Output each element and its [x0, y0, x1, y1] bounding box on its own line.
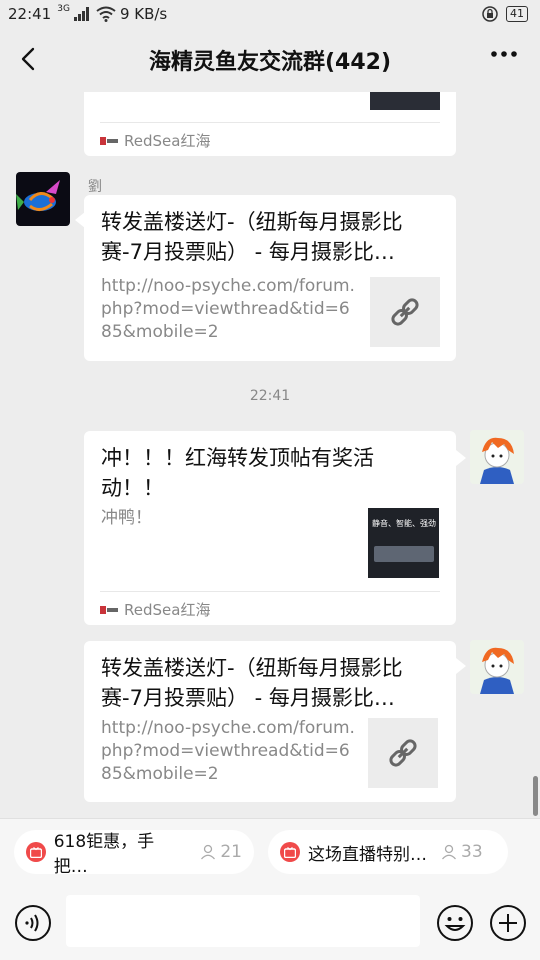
- card-title: 转发盖楼送灯-（纽斯每月摄影比赛-7月投票贴） - 每月摄影比…: [101, 210, 403, 264]
- card-url: http://noo-psyche.com/forum.php?mod=view…: [101, 276, 355, 342]
- card-url: http://noo-psyche.com/forum.php?mod=view…: [101, 718, 355, 784]
- message-list[interactable]: RedSea红海 劉 转发盖楼送灯-（纽斯每月摄影比赛-7月投票贴） - 每月摄…: [0, 92, 540, 818]
- person-icon: [201, 844, 216, 860]
- card-title: 转发盖楼送灯-（纽斯每月摄影比赛-7月投票贴） - 每月摄影比…: [101, 656, 403, 710]
- card-description: 冲鸭！: [101, 508, 152, 528]
- product-image: [374, 546, 434, 562]
- status-bar: 22:41 3G 9 KB/s 41: [0, 0, 540, 28]
- live-chip-label: 这场直播特别…: [308, 844, 427, 865]
- viewer-count-value: 21: [220, 842, 242, 862]
- card-source-label: RedSea红海: [124, 132, 211, 150]
- viewer-count: 33: [441, 842, 483, 862]
- wifi-icon: [96, 6, 116, 22]
- live-icon: [26, 842, 46, 862]
- link-thumbnail: [368, 718, 438, 788]
- sender-name: 劉: [88, 179, 102, 195]
- link-card[interactable]: 转发盖楼送灯-（纽斯每月摄影比赛-7月投票贴） - 每月摄影比… http://…: [84, 195, 456, 361]
- mandarin-fish-avatar-icon: [16, 172, 70, 226]
- viewer-count-value: 33: [461, 842, 483, 862]
- lock-rotation-icon: [482, 6, 498, 22]
- signal-icon: 3G: [57, 4, 70, 14]
- viewer-count: 21: [200, 842, 242, 862]
- card-thumbnail: [370, 92, 440, 110]
- more-button[interactable]: [490, 50, 518, 58]
- chat-title: 海精灵鱼友交流群(442): [148, 50, 392, 75]
- input-bar: [0, 895, 540, 960]
- link-card[interactable]: 转发盖楼送灯-（纽斯每月摄影比赛-7月投票贴） - 每月摄影比… http://…: [84, 641, 456, 802]
- scrollbar[interactable]: [533, 776, 538, 816]
- bottom-panel: 618钜惠，手把… 21 这场直播特别… 33: [0, 818, 540, 960]
- card-source: RedSea红海: [100, 130, 210, 151]
- bubble-tail: [456, 658, 466, 674]
- live-chip[interactable]: 这场直播特别… 33: [268, 830, 508, 874]
- redsea-logo-icon: [100, 605, 118, 614]
- back-button[interactable]: [14, 44, 44, 74]
- signal-bars-icon: [73, 7, 89, 21]
- avatar[interactable]: [470, 430, 524, 484]
- card-source: RedSea红海: [100, 599, 210, 620]
- timestamp: 22:41: [249, 388, 291, 404]
- thumbnail-text: 静音、智能、强劲: [372, 519, 436, 528]
- live-chip-label: 618钜惠，手把…: [53, 832, 155, 877]
- emoji-button[interactable]: [436, 904, 474, 942]
- avatar[interactable]: [470, 640, 524, 694]
- link-card[interactable]: 冲！！！红海转发顶帖有奖活动！！ 冲鸭！ 静音、智能、强劲 RedSea红海: [84, 431, 456, 625]
- card-source-label: RedSea红海: [124, 601, 211, 619]
- link-thumbnail: [370, 277, 440, 347]
- redsea-logo-icon: [100, 136, 118, 145]
- battery-indicator: 41: [506, 6, 528, 22]
- divider: [100, 122, 440, 123]
- bubble-tail: [456, 450, 466, 466]
- cartoon-avatar-icon: [470, 430, 524, 484]
- live-icon: [280, 842, 300, 862]
- live-chip[interactable]: 618钜惠，手把… 21: [14, 830, 254, 877]
- message-input[interactable]: [66, 895, 420, 947]
- voice-button[interactable]: [14, 904, 52, 942]
- link-card-partial[interactable]: RedSea红海: [84, 92, 456, 156]
- cartoon-avatar-icon: [470, 640, 524, 694]
- card-title: 冲！！！红海转发顶帖有奖活动！！: [101, 446, 374, 500]
- plus-button[interactable]: [489, 904, 527, 942]
- network-speed: 9 KB/s: [119, 5, 168, 23]
- person-icon: [442, 844, 456, 860]
- chat-header: 海精灵鱼友交流群(442): [0, 28, 540, 92]
- article-thumbnail: 静音、智能、强劲: [368, 508, 439, 578]
- avatar[interactable]: [16, 172, 70, 226]
- link-icon: [389, 739, 417, 767]
- divider: [100, 591, 440, 592]
- status-time: 22:41: [8, 5, 52, 23]
- link-icon: [391, 298, 419, 326]
